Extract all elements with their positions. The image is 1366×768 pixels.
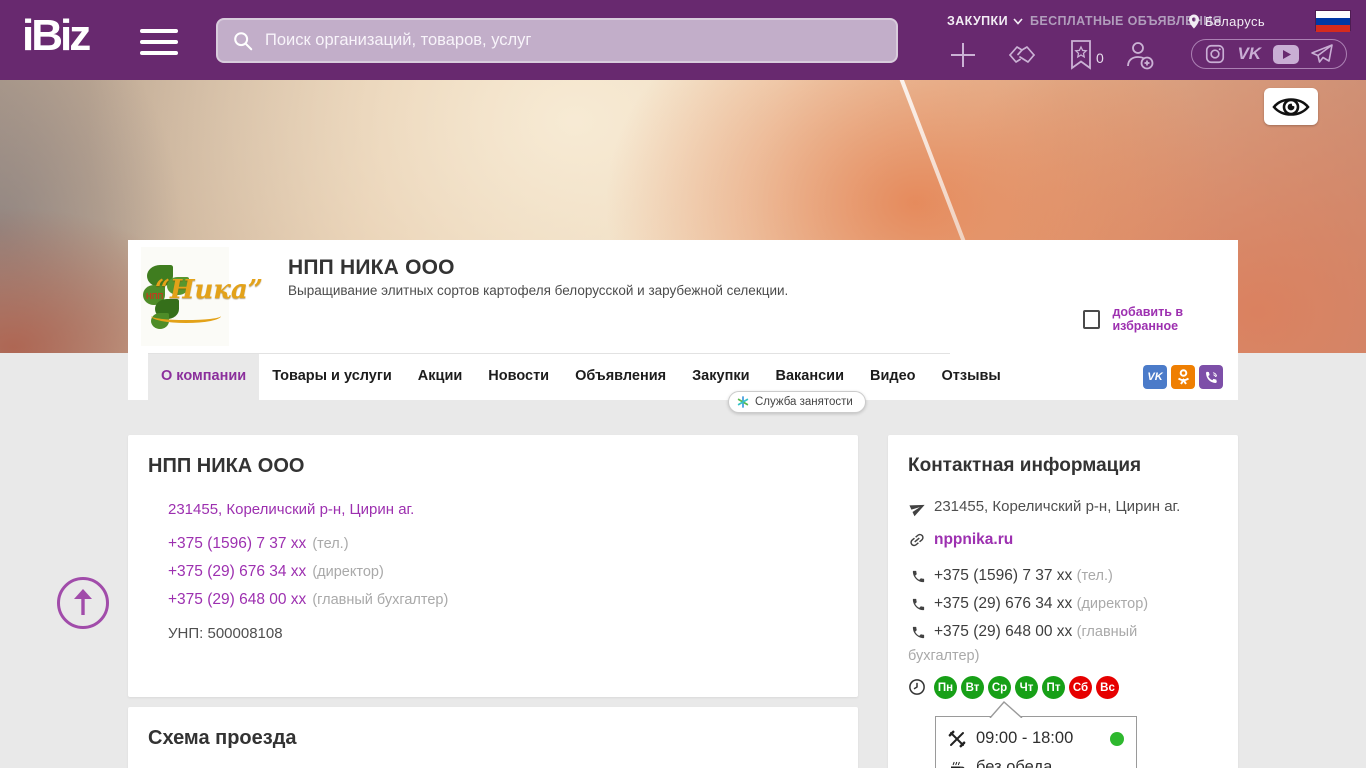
phone-note: (директор)	[312, 564, 384, 580]
vk-share-button[interactable]: VK	[1143, 365, 1167, 389]
nav-zakupki[interactable]: ЗАКУПКИ	[947, 14, 1023, 28]
site-logo[interactable]: iBiz	[22, 11, 91, 61]
company-name: НПП НИКА ООО	[288, 256, 455, 279]
tab-ads[interactable]: Объявления	[562, 353, 679, 400]
phone-note: (тел.)	[1076, 568, 1113, 584]
company-social-buttons: VK	[1143, 365, 1223, 389]
hamburger-menu-icon[interactable]	[140, 29, 178, 55]
add-to-favorites[interactable]: добавить в избранное	[1083, 305, 1238, 333]
contact-address: 231455, Кореличский р-н, Цирин аг.	[934, 498, 1181, 515]
search-input[interactable]	[265, 31, 882, 50]
odnoklassniki-share-button[interactable]	[1171, 365, 1195, 389]
tab-about[interactable]: О компании	[148, 353, 260, 400]
language-flag-russia[interactable]	[1315, 10, 1351, 32]
day-badge-sat: Сб	[1069, 676, 1092, 699]
phone-note: (главный бухгалтер)	[312, 592, 449, 608]
clock-icon	[908, 678, 926, 696]
contact-info-card: Контактная информация 231455, Кореличски…	[888, 435, 1238, 768]
day-badge-thu: Чт	[1015, 676, 1038, 699]
accessibility-eye-button[interactable]	[1264, 88, 1318, 125]
open-now-indicator	[1110, 731, 1124, 746]
hours-row: 09:00 - 18:00	[948, 729, 1124, 748]
working-hours: 09:00 - 18:00	[976, 729, 1074, 747]
contact-phone-row: +375 (1596) 7 37 xx (тел.)	[908, 564, 1160, 588]
employment-service-badge[interactable]: Служба занятости	[728, 391, 866, 413]
about-title: НПП НИКА ООО	[148, 455, 305, 477]
map-title: Схема проезда	[148, 727, 297, 749]
about-address-link[interactable]: 231455, Кореличский р-н, Цирин аг.	[168, 501, 414, 518]
tools-icon	[948, 730, 966, 747]
tab-reviews[interactable]: Отзывы	[929, 353, 1014, 400]
eye-icon	[1272, 97, 1310, 116]
add-plus-icon[interactable]	[946, 38, 980, 72]
company-tab-bar: О компании Товары и услуги Акции Новости…	[128, 353, 1238, 400]
lunch-label: без обеда	[976, 758, 1053, 768]
phone-link[interactable]: +375 (1596) 7 37 xx	[168, 535, 306, 552]
logo-swoosh	[151, 309, 221, 323]
contact-phone-row: +375 (29) 676 34 xx (директор)	[908, 592, 1160, 616]
day-badge-sun: Вс	[1096, 676, 1119, 699]
tooltip-pointer	[989, 701, 1023, 718]
tab-news[interactable]: Новости	[475, 353, 562, 400]
company-logo-nika-text: “Ника”	[155, 275, 263, 305]
unp-number: УНП: 500008108	[168, 625, 283, 642]
company-header-card: НПП “Ника” НПП НИКА ООО Выращивание элит…	[128, 240, 1238, 400]
tab-products[interactable]: Товары и услуги	[259, 353, 405, 400]
phone-number[interactable]: +375 (29) 648 00 xx	[934, 623, 1072, 640]
viber-button[interactable]	[1199, 365, 1223, 389]
favorite-checkbox[interactable]	[1083, 309, 1101, 329]
top-header: iBiz ЗАКУПКИ БЕСПЛАТНЫЕ ОБЪЯВЛЕНИЯ Белар…	[0, 0, 1366, 80]
phone-row: +375 (1596) 7 37 xx (тел.)	[168, 535, 349, 553]
about-company-card: НПП НИКА ООО 231455, Кореличский р-н, Ци…	[128, 435, 858, 697]
driving-directions-card: Схема проезда	[128, 707, 858, 768]
company-website-link[interactable]: nppnika.ru	[934, 531, 1013, 549]
nav-country-label: Беларусь	[1205, 14, 1266, 29]
tabbar-divider	[148, 353, 950, 354]
company-logo[interactable]: НПП “Ника”	[141, 247, 263, 346]
chevron-down-icon	[1013, 17, 1023, 25]
scroll-to-top-button[interactable]	[57, 577, 109, 629]
working-hours-tooltip: 09:00 - 18:00 без обеда	[935, 701, 1137, 768]
favorites-bookmark-icon[interactable]	[1064, 38, 1098, 72]
day-badge-wed: Ср	[988, 676, 1011, 699]
vk-icon[interactable]: VK	[1237, 44, 1261, 64]
search-bar	[216, 18, 898, 63]
contact-title: Контактная информация	[908, 455, 1142, 476]
company-description: Выращивание элитных сортов картофеля бел…	[288, 283, 789, 298]
phone-row: +375 (29) 648 00 xx (главный бухгалтер)	[168, 591, 448, 609]
phone-number[interactable]: +375 (29) 676 34 xx	[934, 595, 1072, 612]
phone-note: (тел.)	[312, 536, 349, 552]
contact-phone-row: +375 (29) 648 00 xx (главный бухгалтер)	[908, 620, 1160, 668]
location-pin-icon	[1189, 14, 1199, 29]
navigation-arrow-icon	[909, 499, 927, 517]
arrow-up-icon	[74, 589, 92, 615]
tab-promotions[interactable]: Акции	[405, 353, 475, 400]
working-days: Пн Вт Ср Чт Пт Сб Вс	[934, 676, 1119, 699]
day-badge-fri: Пт	[1042, 676, 1065, 699]
nav-country[interactable]: Беларусь	[1188, 14, 1265, 29]
coffee-cup-icon	[951, 761, 965, 768]
employment-service-icon	[737, 396, 749, 408]
nav-zakupki-label: ЗАКУПКИ	[947, 14, 1008, 28]
day-badge-mon: Пн	[934, 676, 957, 699]
add-user-icon[interactable]	[1122, 38, 1156, 72]
day-badge-tue: Вт	[961, 676, 984, 699]
link-icon	[908, 531, 926, 549]
lunch-row: без обеда	[948, 758, 1124, 768]
phone-row: +375 (29) 676 34 xx (директор)	[168, 563, 384, 581]
phone-note: (директор)	[1076, 596, 1149, 612]
phone-number[interactable]: +375 (1596) 7 37 xx	[934, 567, 1072, 584]
youtube-icon[interactable]	[1272, 44, 1299, 64]
instagram-icon[interactable]	[1204, 43, 1226, 65]
handshake-icon[interactable]	[1006, 38, 1040, 72]
tab-video[interactable]: Видео	[857, 353, 929, 400]
phone-link[interactable]: +375 (29) 676 34 xx	[168, 563, 306, 580]
phone-link[interactable]: +375 (29) 648 00 xx	[168, 591, 306, 608]
favorite-label: добавить в избранное	[1112, 305, 1184, 333]
favorites-count: 0	[1096, 50, 1104, 66]
telegram-icon[interactable]	[1310, 43, 1334, 65]
search-icon	[234, 31, 253, 50]
employment-service-label: Служба занятости	[755, 396, 853, 408]
header-social-group: VK	[1191, 39, 1347, 69]
